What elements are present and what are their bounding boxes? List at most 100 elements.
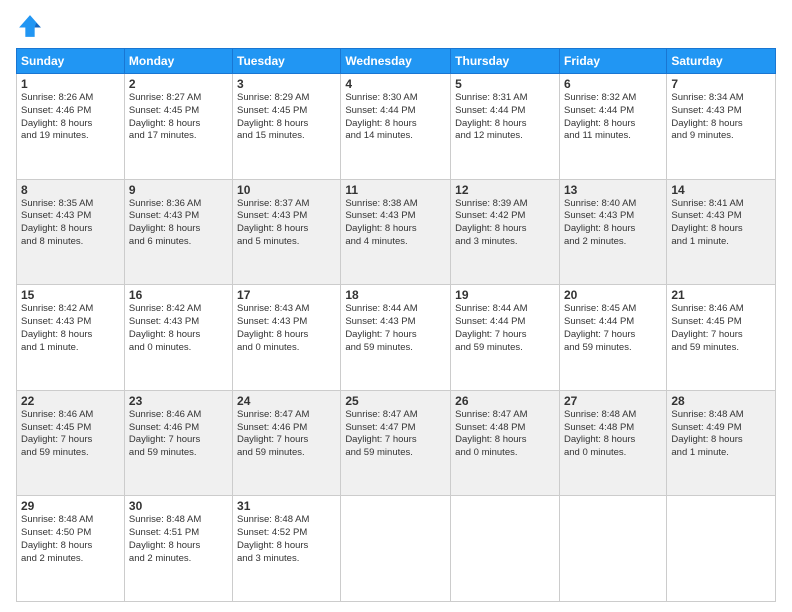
calendar: Sunday Monday Tuesday Wednesday Thursday…: [16, 48, 776, 602]
day-number: 19: [455, 288, 555, 302]
table-row: 30Sunrise: 8:48 AM Sunset: 4:51 PM Dayli…: [124, 496, 232, 602]
day-number: 7: [671, 77, 771, 91]
day-number: 25: [345, 394, 446, 408]
day-info: Sunrise: 8:45 AM Sunset: 4:44 PM Dayligh…: [564, 303, 662, 354]
table-row: 31Sunrise: 8:48 AM Sunset: 4:52 PM Dayli…: [233, 496, 341, 602]
table-row: 28Sunrise: 8:48 AM Sunset: 4:49 PM Dayli…: [667, 390, 776, 496]
day-info: Sunrise: 8:48 AM Sunset: 4:49 PM Dayligh…: [671, 409, 771, 460]
day-number: 1: [21, 77, 120, 91]
table-row: 27Sunrise: 8:48 AM Sunset: 4:48 PM Dayli…: [559, 390, 666, 496]
day-info: Sunrise: 8:38 AM Sunset: 4:43 PM Dayligh…: [345, 198, 446, 249]
table-row: 7Sunrise: 8:34 AM Sunset: 4:43 PM Daylig…: [667, 74, 776, 180]
page: Sunday Monday Tuesday Wednesday Thursday…: [0, 0, 792, 612]
day-info: Sunrise: 8:48 AM Sunset: 4:48 PM Dayligh…: [564, 409, 662, 460]
day-info: Sunrise: 8:48 AM Sunset: 4:51 PM Dayligh…: [129, 514, 228, 565]
logo: [16, 12, 48, 40]
day-number: 22: [21, 394, 120, 408]
day-info: Sunrise: 8:48 AM Sunset: 4:50 PM Dayligh…: [21, 514, 120, 565]
table-row: 9Sunrise: 8:36 AM Sunset: 4:43 PM Daylig…: [124, 179, 232, 285]
day-number: 3: [237, 77, 336, 91]
table-row: 20Sunrise: 8:45 AM Sunset: 4:44 PM Dayli…: [559, 285, 666, 391]
header: [16, 12, 776, 40]
table-row: 11Sunrise: 8:38 AM Sunset: 4:43 PM Dayli…: [341, 179, 451, 285]
day-info: Sunrise: 8:40 AM Sunset: 4:43 PM Dayligh…: [564, 198, 662, 249]
day-number: 23: [129, 394, 228, 408]
header-tuesday: Tuesday: [233, 49, 341, 74]
table-row: 22Sunrise: 8:46 AM Sunset: 4:45 PM Dayli…: [17, 390, 125, 496]
calendar-week-2: 8Sunrise: 8:35 AM Sunset: 4:43 PM Daylig…: [17, 179, 776, 285]
table-row: [559, 496, 666, 602]
calendar-week-4: 22Sunrise: 8:46 AM Sunset: 4:45 PM Dayli…: [17, 390, 776, 496]
day-number: 20: [564, 288, 662, 302]
day-number: 27: [564, 394, 662, 408]
day-info: Sunrise: 8:29 AM Sunset: 4:45 PM Dayligh…: [237, 92, 336, 143]
day-number: 30: [129, 499, 228, 513]
day-info: Sunrise: 8:46 AM Sunset: 4:45 PM Dayligh…: [671, 303, 771, 354]
day-info: Sunrise: 8:41 AM Sunset: 4:43 PM Dayligh…: [671, 198, 771, 249]
table-row: 3Sunrise: 8:29 AM Sunset: 4:45 PM Daylig…: [233, 74, 341, 180]
table-row: 25Sunrise: 8:47 AM Sunset: 4:47 PM Dayli…: [341, 390, 451, 496]
day-number: 5: [455, 77, 555, 91]
table-row: 18Sunrise: 8:44 AM Sunset: 4:43 PM Dayli…: [341, 285, 451, 391]
header-thursday: Thursday: [451, 49, 560, 74]
day-info: Sunrise: 8:32 AM Sunset: 4:44 PM Dayligh…: [564, 92, 662, 143]
day-number: 16: [129, 288, 228, 302]
calendar-week-3: 15Sunrise: 8:42 AM Sunset: 4:43 PM Dayli…: [17, 285, 776, 391]
table-row: 15Sunrise: 8:42 AM Sunset: 4:43 PM Dayli…: [17, 285, 125, 391]
table-row: 2Sunrise: 8:27 AM Sunset: 4:45 PM Daylig…: [124, 74, 232, 180]
day-number: 13: [564, 183, 662, 197]
day-number: 9: [129, 183, 228, 197]
day-number: 24: [237, 394, 336, 408]
day-number: 6: [564, 77, 662, 91]
table-row: 24Sunrise: 8:47 AM Sunset: 4:46 PM Dayli…: [233, 390, 341, 496]
day-number: 17: [237, 288, 336, 302]
calendar-week-1: 1Sunrise: 8:26 AM Sunset: 4:46 PM Daylig…: [17, 74, 776, 180]
day-info: Sunrise: 8:37 AM Sunset: 4:43 PM Dayligh…: [237, 198, 336, 249]
day-info: Sunrise: 8:42 AM Sunset: 4:43 PM Dayligh…: [21, 303, 120, 354]
table-row: 12Sunrise: 8:39 AM Sunset: 4:42 PM Dayli…: [451, 179, 560, 285]
table-row: 17Sunrise: 8:43 AM Sunset: 4:43 PM Dayli…: [233, 285, 341, 391]
table-row: 10Sunrise: 8:37 AM Sunset: 4:43 PM Dayli…: [233, 179, 341, 285]
day-number: 2: [129, 77, 228, 91]
day-number: 29: [21, 499, 120, 513]
table-row: [451, 496, 560, 602]
day-number: 26: [455, 394, 555, 408]
day-info: Sunrise: 8:26 AM Sunset: 4:46 PM Dayligh…: [21, 92, 120, 143]
day-info: Sunrise: 8:27 AM Sunset: 4:45 PM Dayligh…: [129, 92, 228, 143]
day-info: Sunrise: 8:31 AM Sunset: 4:44 PM Dayligh…: [455, 92, 555, 143]
day-info: Sunrise: 8:35 AM Sunset: 4:43 PM Dayligh…: [21, 198, 120, 249]
header-sunday: Sunday: [17, 49, 125, 74]
table-row: 1Sunrise: 8:26 AM Sunset: 4:46 PM Daylig…: [17, 74, 125, 180]
calendar-week-5: 29Sunrise: 8:48 AM Sunset: 4:50 PM Dayli…: [17, 496, 776, 602]
table-row: 16Sunrise: 8:42 AM Sunset: 4:43 PM Dayli…: [124, 285, 232, 391]
day-number: 21: [671, 288, 771, 302]
day-info: Sunrise: 8:30 AM Sunset: 4:44 PM Dayligh…: [345, 92, 446, 143]
day-info: Sunrise: 8:46 AM Sunset: 4:46 PM Dayligh…: [129, 409, 228, 460]
day-number: 11: [345, 183, 446, 197]
table-row: [341, 496, 451, 602]
table-row: 29Sunrise: 8:48 AM Sunset: 4:50 PM Dayli…: [17, 496, 125, 602]
table-row: 8Sunrise: 8:35 AM Sunset: 4:43 PM Daylig…: [17, 179, 125, 285]
day-info: Sunrise: 8:42 AM Sunset: 4:43 PM Dayligh…: [129, 303, 228, 354]
table-row: 21Sunrise: 8:46 AM Sunset: 4:45 PM Dayli…: [667, 285, 776, 391]
table-row: 26Sunrise: 8:47 AM Sunset: 4:48 PM Dayli…: [451, 390, 560, 496]
table-row: 19Sunrise: 8:44 AM Sunset: 4:44 PM Dayli…: [451, 285, 560, 391]
day-info: Sunrise: 8:44 AM Sunset: 4:44 PM Dayligh…: [455, 303, 555, 354]
day-number: 31: [237, 499, 336, 513]
table-row: 14Sunrise: 8:41 AM Sunset: 4:43 PM Dayli…: [667, 179, 776, 285]
header-monday: Monday: [124, 49, 232, 74]
day-number: 10: [237, 183, 336, 197]
table-row: 5Sunrise: 8:31 AM Sunset: 4:44 PM Daylig…: [451, 74, 560, 180]
day-info: Sunrise: 8:47 AM Sunset: 4:47 PM Dayligh…: [345, 409, 446, 460]
day-number: 8: [21, 183, 120, 197]
table-row: 23Sunrise: 8:46 AM Sunset: 4:46 PM Dayli…: [124, 390, 232, 496]
logo-icon: [16, 12, 44, 40]
day-number: 28: [671, 394, 771, 408]
day-number: 15: [21, 288, 120, 302]
day-info: Sunrise: 8:47 AM Sunset: 4:46 PM Dayligh…: [237, 409, 336, 460]
header-saturday: Saturday: [667, 49, 776, 74]
table-row: 4Sunrise: 8:30 AM Sunset: 4:44 PM Daylig…: [341, 74, 451, 180]
day-number: 18: [345, 288, 446, 302]
day-number: 14: [671, 183, 771, 197]
day-info: Sunrise: 8:39 AM Sunset: 4:42 PM Dayligh…: [455, 198, 555, 249]
